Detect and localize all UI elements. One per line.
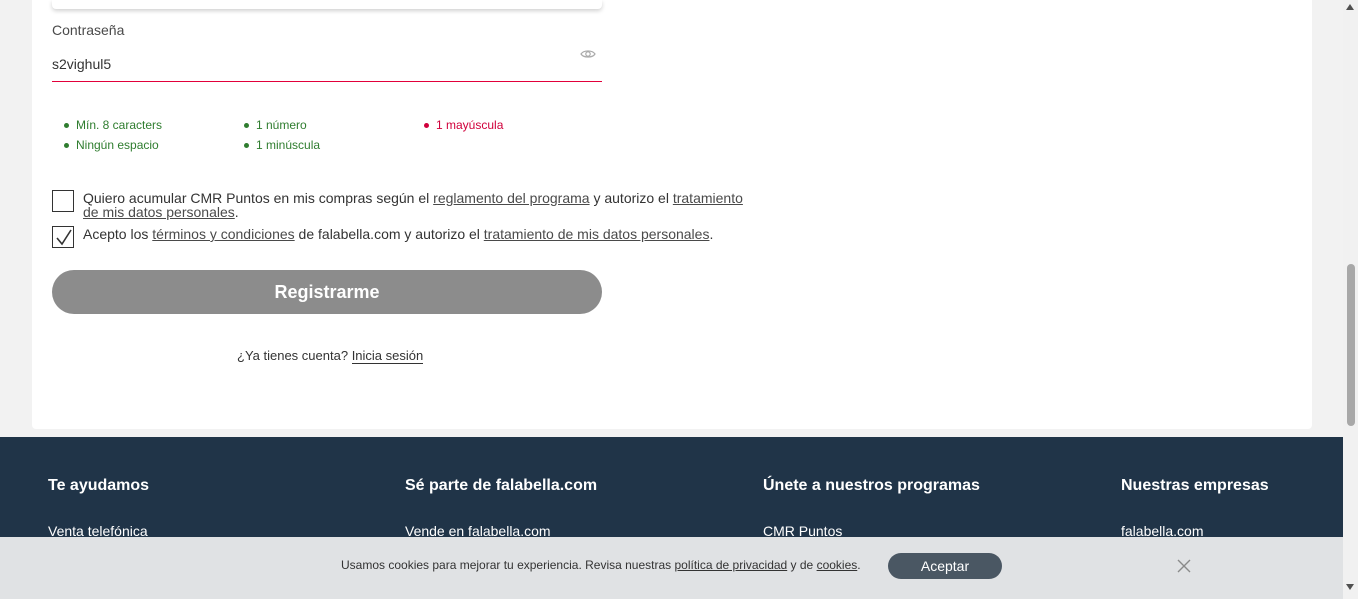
rule-number: 1 número <box>244 118 307 132</box>
page-scrollbar[interactable] <box>1343 0 1358 599</box>
rule-label: 1 minúscula <box>256 138 321 152</box>
cookie-text-middle: y de <box>787 558 817 572</box>
rule-no-space: Ningún espacio <box>64 138 159 152</box>
terms-consent-middle: de falabella.com y autorizo el <box>294 226 484 242</box>
data-treatment-link-terms[interactable]: tratamiento de mis datos personales <box>484 226 710 242</box>
cookie-text-before: Usamos cookies para mejorar tu experienc… <box>341 558 675 572</box>
terms-consent-text: Acepto los términos y condiciones de fal… <box>83 227 743 241</box>
password-underline <box>52 81 602 82</box>
terms-link[interactable]: términos y condiciones <box>152 226 294 242</box>
program-rules-link[interactable]: reglamento del programa <box>433 190 589 206</box>
cookie-message: Usamos cookies para mejorar tu experienc… <box>341 558 861 572</box>
scroll-up-arrow-icon[interactable] <box>1346 4 1354 10</box>
privacy-policy-link[interactable]: política de privacidad <box>674 558 787 572</box>
terms-checkbox[interactable] <box>52 226 74 248</box>
footer-heading-companies: Nuestras empresas <box>1121 477 1269 494</box>
login-prompt: ¿Ya tienes cuenta? Inicia sesión <box>237 348 424 364</box>
rule-label: Mín. 8 caracters <box>76 118 163 132</box>
rule-status-dot <box>64 142 69 148</box>
footer-heading-join: Sé parte de falabella.com <box>405 477 598 494</box>
rule-label: Ningún espacio <box>76 138 159 152</box>
password-label: Contraseña <box>52 22 125 38</box>
footer-heading-programs: Únete a nuestros programas <box>763 477 980 494</box>
cookie-banner: Usamos cookies para mejorar tu experienc… <box>0 537 1343 599</box>
previous-field-bottom <box>52 0 602 9</box>
rule-status-dot <box>424 122 429 128</box>
footer-heading-help: Te ayudamos <box>48 477 150 494</box>
checkmark-icon <box>56 229 72 246</box>
scroll-down-arrow-icon[interactable] <box>1346 584 1354 590</box>
cmr-consent-text: Quiero acumular CMR Puntos en mis compra… <box>83 191 743 219</box>
rule-label: 1 mayúscula <box>436 118 504 132</box>
terms-consent-suffix: . <box>709 226 714 242</box>
password-input[interactable]: s2vighul5 <box>52 56 111 72</box>
login-link[interactable]: Inicia sesión <box>351 348 424 364</box>
rule-status-dot <box>64 122 69 128</box>
accept-cookies-button[interactable]: Aceptar <box>888 553 1002 579</box>
scrollbar-thumb[interactable] <box>1347 264 1355 426</box>
close-icon[interactable] <box>1177 559 1191 573</box>
rule-uppercase: 1 mayúscula <box>424 118 503 132</box>
data-treatment-link-continued[interactable]: de mis datos personales <box>83 204 235 220</box>
cookies-policy-link[interactable]: cookies <box>817 558 858 572</box>
cookie-text-after: . <box>857 558 861 572</box>
rule-status-dot <box>244 122 249 128</box>
data-treatment-link[interactable]: tratamiento <box>673 190 743 206</box>
cmr-consent-suffix: . <box>234 204 239 220</box>
cmr-consent-middle: y autorizo el <box>589 190 673 206</box>
rule-min-chars: Mín. 8 caracters <box>64 118 162 132</box>
eye-icon[interactable] <box>580 46 596 62</box>
cmr-points-checkbox[interactable] <box>52 190 74 212</box>
register-button[interactable]: Registrarme <box>52 270 602 314</box>
rule-lowercase: 1 minúscula <box>244 138 320 152</box>
rule-status-dot <box>244 142 249 148</box>
terms-consent-prefix: Acepto los <box>83 226 153 242</box>
rule-label: 1 número <box>256 118 307 132</box>
login-prompt-text: ¿Ya tienes cuenta? <box>237 348 349 363</box>
